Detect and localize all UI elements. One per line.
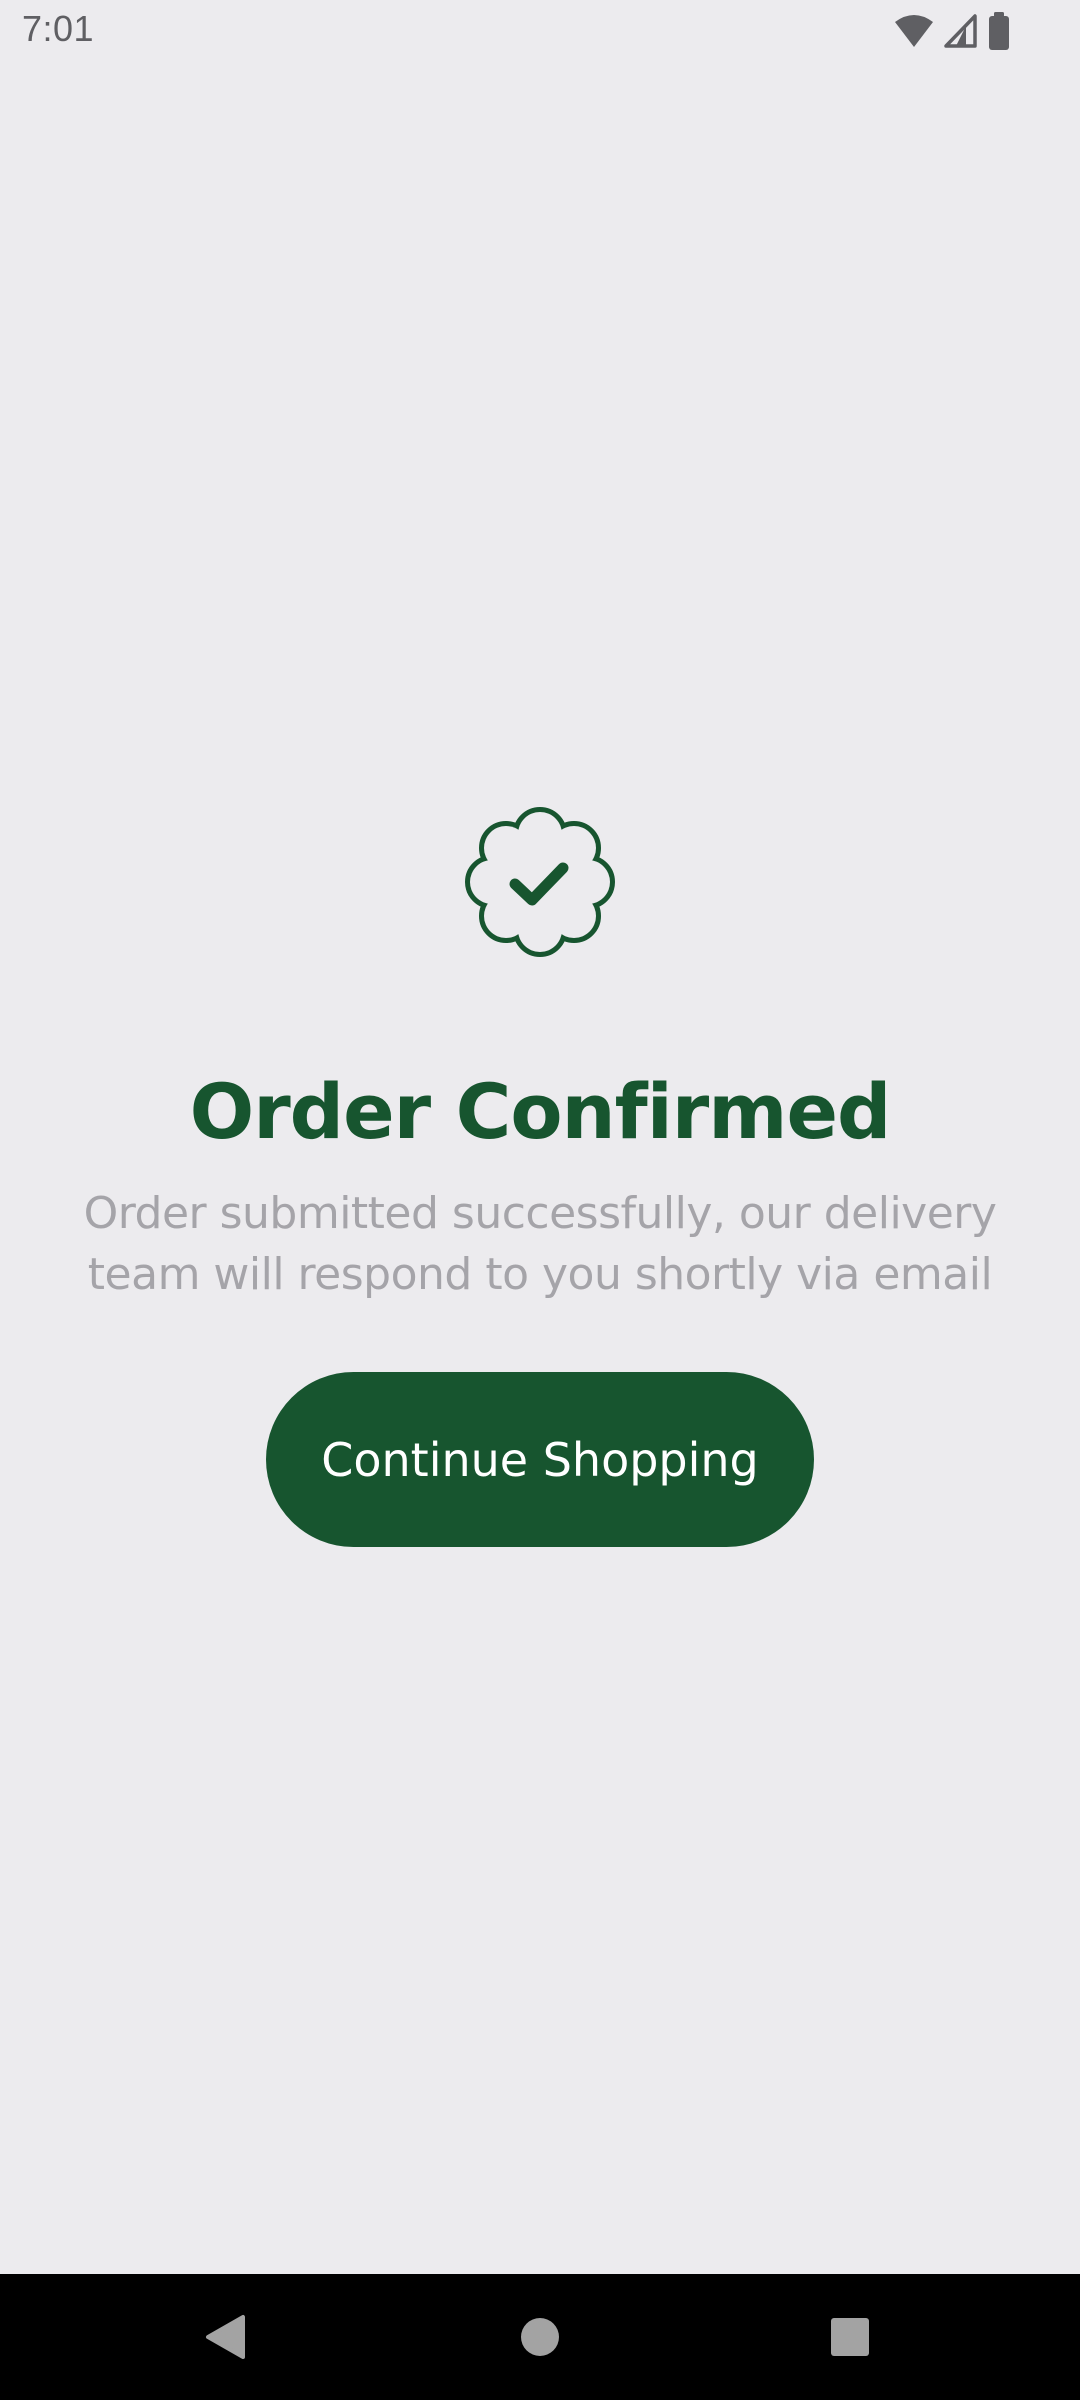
system-navigation-bar [0, 2274, 1080, 2400]
status-time: 7:01 [22, 8, 95, 49]
cellular-signal-icon [944, 14, 977, 48]
nav-back-button[interactable] [155, 2274, 295, 2400]
recents-icon [831, 2318, 869, 2356]
status-icons [894, 12, 1010, 50]
back-icon [206, 2315, 245, 2359]
battery-icon [989, 12, 1009, 50]
status-bar: 7:01 [0, 0, 1080, 64]
page-title: Order Confirmed [189, 1067, 892, 1156]
verified-badge-check-icon [465, 807, 615, 957]
home-icon [521, 2318, 559, 2356]
wifi-icon [895, 15, 933, 47]
nav-recents-button[interactable] [780, 2274, 920, 2400]
continue-shopping-button[interactable]: Continue Shopping [266, 1372, 814, 1547]
confirmation-message: Order submitted successfully, our delive… [83, 1188, 997, 1300]
nav-home-button[interactable] [470, 2274, 610, 2400]
